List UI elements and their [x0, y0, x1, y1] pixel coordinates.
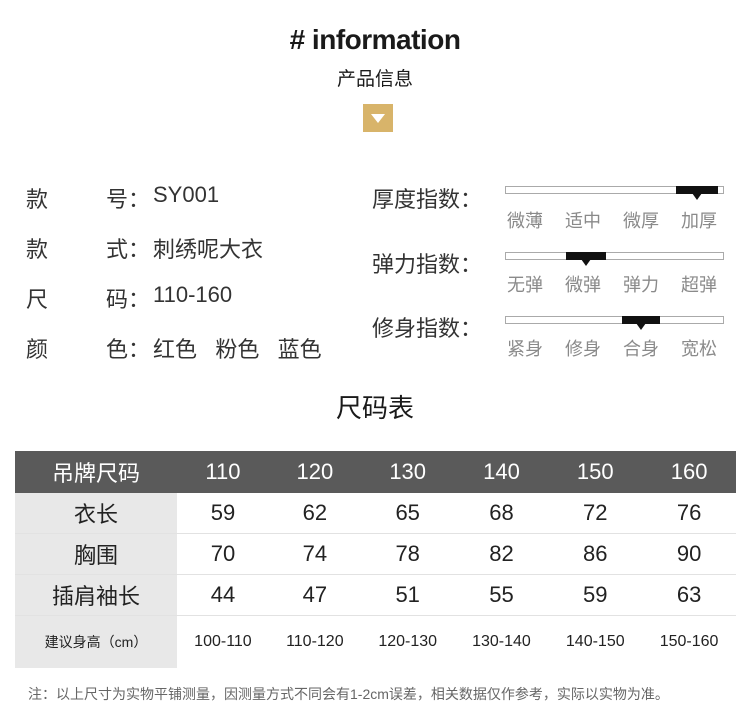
- header-cell: 130: [360, 451, 455, 493]
- header-cell: 150: [548, 451, 643, 493]
- header-cell: 吊牌尺码: [15, 451, 177, 493]
- row-label: 建议身高（cm）: [15, 615, 177, 668]
- table-cell: 90: [642, 533, 736, 575]
- size-chart-title: 尺码表: [335, 393, 414, 423]
- row-label: 衣长: [15, 493, 177, 534]
- thickness-meter: [505, 186, 724, 200]
- elasticity-label: 弹力指数：: [372, 252, 483, 277]
- header-cell: 120: [268, 451, 361, 493]
- table-cell: 70: [177, 533, 269, 575]
- thickness-marker: [675, 186, 718, 200]
- size-table-header: 吊牌尺码 110 120 130 140 150 160: [15, 451, 736, 493]
- section-title-english: # information: [289, 24, 461, 55]
- info-label-style-suffix: 式：: [106, 237, 151, 262]
- fit-option-2: 修身: [565, 339, 601, 359]
- row-label: 插肩袖长: [15, 574, 177, 616]
- fit-option-4: 宽松: [681, 339, 717, 359]
- table-cell: 74: [268, 533, 361, 575]
- info-label-color: 颜: [26, 337, 49, 362]
- info-label-size-suffix: 码：: [106, 287, 151, 312]
- elasticity-meter: [505, 252, 724, 266]
- table-cell: 82: [454, 533, 549, 575]
- elasticity-option-4: 超弹: [681, 275, 717, 295]
- table-cell: 47: [268, 574, 361, 616]
- elasticity-option-2: 微弹: [565, 275, 601, 295]
- table-cell: 150-160: [659, 633, 719, 650]
- fit-option-3: 合身: [623, 339, 659, 359]
- down-arrow-badge-icon: [363, 104, 393, 132]
- table-cell: 86: [548, 533, 643, 575]
- table-cell: 120-130: [378, 633, 438, 650]
- table-cell: 140-150: [565, 633, 625, 650]
- table-cell: 72: [548, 493, 643, 534]
- info-label-style-no: 款: [26, 187, 49, 212]
- section-title-chinese: 产品信息: [336, 69, 413, 90]
- elasticity-option-1: 无弹: [507, 275, 543, 295]
- fit-marker: [621, 316, 660, 330]
- header-cell: 110: [177, 451, 269, 493]
- info-label-style: 款: [26, 237, 49, 262]
- table-cell: 110-120: [286, 633, 344, 650]
- table-cell: 59: [177, 493, 269, 534]
- table-cell: 65: [360, 493, 455, 534]
- thickness-option-2: 适中: [565, 211, 601, 231]
- info-value-size: 110-160: [153, 282, 233, 307]
- table-cell: 44: [177, 574, 269, 616]
- info-value-style-no: SY001: [153, 182, 220, 207]
- table-row: 衣长 59 62 65 68 72 76: [15, 493, 736, 534]
- table-cell: 59: [548, 574, 643, 616]
- row-label: 胸围: [15, 533, 177, 575]
- size-table: 吊牌尺码 110 120 130 140 150 160 衣长 59 62 65…: [15, 451, 736, 668]
- info-label-size: 尺: [26, 287, 49, 312]
- table-row: 建议身高（cm） 100-110 110-120 120-130 130-140…: [15, 615, 736, 668]
- table-row: 插肩袖长 44 47 51 55 59 63: [15, 574, 736, 616]
- info-value-style: 刺绣呢大衣: [153, 237, 264, 262]
- table-cell: 55: [454, 574, 549, 616]
- fit-option-1: 紧身: [507, 339, 543, 359]
- info-value-color: 红色 粉色 蓝色: [153, 337, 322, 362]
- thickness-option-1: 微薄: [507, 211, 543, 231]
- table-row: 胸围 70 74 78 82 86 90: [15, 533, 736, 575]
- elasticity-marker: [566, 252, 607, 266]
- header-cell: 140: [454, 451, 549, 493]
- fit-meter: [505, 316, 724, 330]
- table-cell: 76: [642, 493, 736, 534]
- fit-label: 修身指数：: [372, 316, 483, 341]
- thickness-option-4: 加厚: [681, 211, 717, 231]
- table-cell: 51: [360, 574, 455, 616]
- table-cell: 100-110: [194, 633, 252, 650]
- marker-pointer-icon: [635, 323, 646, 330]
- thickness-label: 厚度指数：: [372, 187, 483, 212]
- header-cell: 160: [642, 451, 736, 493]
- measurement-note: 注：以上尺寸为实物平铺测量，因测量方式不同会有1-2cm误差，相关数据仅作参考，…: [28, 686, 669, 702]
- table-cell: 68: [454, 493, 549, 534]
- table-cell: 63: [642, 574, 736, 616]
- table-cell: 78: [360, 533, 455, 575]
- info-label-color-suffix: 色：: [106, 337, 151, 362]
- table-cell: 130-140: [472, 633, 531, 650]
- table-cell: 62: [268, 493, 361, 534]
- thickness-option-3: 微厚: [623, 211, 659, 231]
- marker-pointer-icon: [581, 259, 592, 266]
- info-label-style-no-suffix: 号：: [106, 187, 151, 212]
- elasticity-option-3: 弹力: [623, 275, 659, 295]
- marker-pointer-icon: [691, 193, 702, 200]
